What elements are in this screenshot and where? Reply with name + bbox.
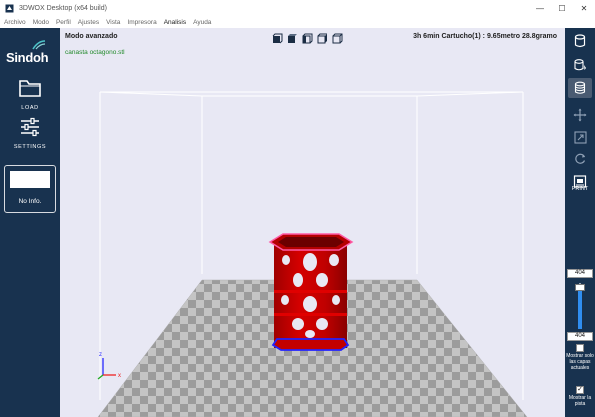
title-bar: 3DWOX Desktop (x64 build) — ☐ ✕	[0, 0, 595, 16]
menu-perfil[interactable]: Perfil	[56, 19, 71, 26]
scale-icon	[573, 130, 587, 144]
layer-top-value[interactable]: 404	[567, 269, 593, 278]
view-iso-cube-icon[interactable]	[332, 31, 343, 44]
view-top-cube-icon[interactable]	[287, 31, 298, 43]
build-scene[interactable]: z x	[60, 28, 565, 417]
rotate-button[interactable]	[571, 149, 589, 167]
window-title: 3DWOX Desktop (x64 build)	[19, 4, 107, 12]
bucket-icon	[574, 59, 586, 71]
close-button[interactable]: ✕	[573, 0, 595, 16]
show-current-layers-checkbox[interactable]	[576, 344, 584, 352]
view-left-cube-icon[interactable]	[302, 31, 313, 44]
view-cube-buttons	[272, 31, 343, 44]
loaded-filename[interactable]: canasta octagono.stl	[65, 49, 125, 56]
app-window: 3DWOX Desktop (x64 build) — ☐ ✕ Archivo …	[0, 0, 595, 417]
model-basket[interactable]	[268, 233, 354, 351]
app-icon	[4, 3, 14, 13]
cylinder-icon	[574, 34, 586, 48]
sliders-icon	[21, 117, 39, 137]
view-front-cube-icon[interactable]	[272, 31, 283, 44]
menu-vista[interactable]: Vista	[106, 19, 120, 26]
axis-z-label: z	[99, 352, 102, 358]
print-label: PRINT	[571, 186, 589, 192]
menu-analisis[interactable]: Analisis	[164, 19, 186, 26]
load-button[interactable]: LOAD	[0, 78, 60, 111]
axis-x-label: x	[118, 373, 121, 379]
move-arrows-icon	[573, 108, 587, 122]
maximize-button[interactable]: ☐	[551, 0, 573, 16]
logo-text: Sindoh	[6, 50, 49, 65]
3d-viewport[interactable]: z x Modo avanzado canasta octagono.stl 3…	[60, 28, 565, 417]
scale-button[interactable]	[571, 128, 589, 146]
rotate-icon	[574, 153, 585, 164]
minimize-button[interactable]: —	[529, 0, 551, 16]
axis-indicator: z x	[97, 352, 121, 380]
show-track-label: Mostrar la pista	[568, 395, 592, 407]
menu-ajustes[interactable]: Ajustes	[78, 19, 99, 26]
printer-status-card[interactable]: No Info.	[4, 165, 56, 213]
menu-modo[interactable]: Modo	[33, 19, 49, 26]
layer-view-button[interactable]	[568, 78, 592, 98]
move-button[interactable]	[571, 106, 589, 124]
show-track-checkbox[interactable]: ✓	[576, 386, 584, 394]
printer-status-text: No Info.	[18, 198, 42, 205]
show-current-layers-label: Mostrar solo las capas actuales	[566, 353, 594, 371]
stack-icon	[574, 81, 586, 94]
menu-archivo[interactable]: Archivo	[4, 19, 26, 26]
right-toolbar: PRINT 404 404 Mostrar solo las capas act…	[565, 28, 595, 417]
settings-button[interactable]: SETTINGS	[0, 117, 60, 150]
menu-ayuda[interactable]: Ayuda	[193, 19, 211, 26]
left-sidebar: Sindoh LOAD SETTINGS No Info.	[0, 28, 60, 417]
view-right-cube-icon[interactable]	[317, 31, 328, 44]
load-label: LOAD	[21, 105, 39, 111]
layer-slider-thumb[interactable]	[575, 284, 585, 291]
settings-label: SETTINGS	[13, 144, 47, 150]
menu-impresora[interactable]: Impresora	[127, 19, 156, 26]
print-estimate: 3h 6min Cartucho(1) : 9.65metro 28.8gram…	[413, 33, 557, 40]
folder-icon	[19, 80, 41, 97]
menu-bar: Archivo Modo Perfil Ajustes Vista Impres…	[0, 16, 595, 28]
layer-slider-fill	[578, 291, 582, 329]
window-controls: — ☐ ✕	[529, 0, 595, 16]
paint-button[interactable]	[571, 56, 589, 74]
logo-mark-icon	[32, 40, 46, 50]
sindoh-logo: Sindoh	[6, 40, 54, 65]
mode-label: Modo avanzado	[65, 33, 118, 40]
printer-preview	[10, 171, 50, 188]
layer-bottom-value[interactable]: 404	[567, 332, 593, 341]
layers-button[interactable]	[571, 32, 589, 50]
